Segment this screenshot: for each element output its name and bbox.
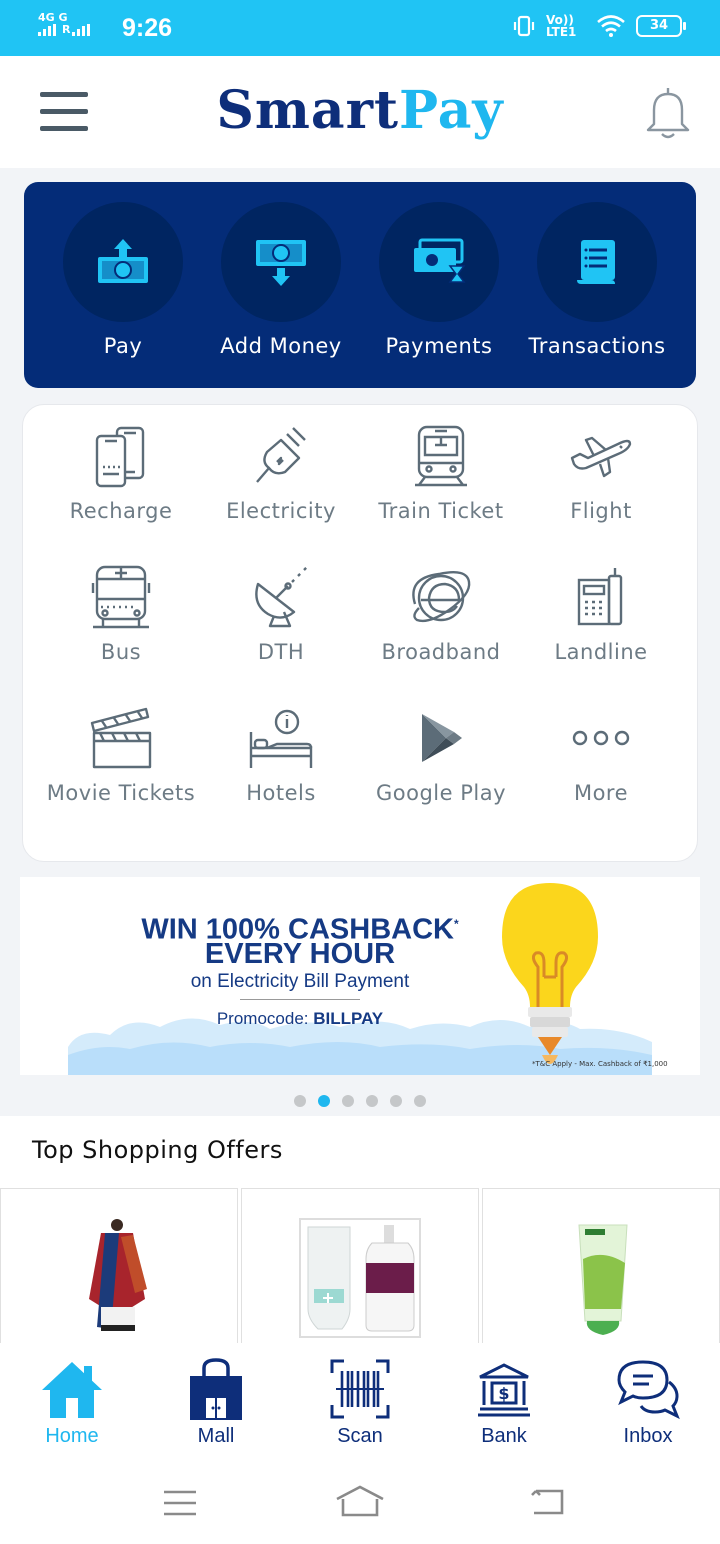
carousel-dot[interactable] xyxy=(390,1095,402,1107)
electric-plug-icon xyxy=(256,427,306,483)
clock: 9:26 xyxy=(122,14,173,42)
carousel-dot[interactable] xyxy=(294,1095,306,1107)
service-hotels[interactable]: Hotels xyxy=(201,703,361,807)
service-google-play[interactable]: Google Play xyxy=(361,703,521,807)
service-bus[interactable]: Bus xyxy=(41,562,201,666)
signal-icon xyxy=(38,24,56,36)
bank-icon: $ xyxy=(478,1363,530,1417)
pay-icon xyxy=(98,239,148,283)
banner-terms: *T&C Apply - Max. Cashback of ₹1,000 xyxy=(532,1060,668,1068)
home-icon xyxy=(42,1362,102,1418)
svg-text:$: $ xyxy=(498,1384,509,1403)
service-dth[interactable]: DTH xyxy=(201,562,361,666)
product-image-facewash xyxy=(578,1224,628,1335)
promo-banner[interactable]: WIN 100% CASHBACK* EVERY HOUR on Electri… xyxy=(20,877,700,1075)
battery-icon: 34 xyxy=(636,15,686,37)
bottom-navigation: Home Mall Scan $ Bank Inbox xyxy=(0,1343,720,1461)
banner-subline: on Electricity Bill Payment xyxy=(190,971,410,992)
offer-card-facewash[interactable] xyxy=(482,1188,720,1346)
app-header: SmartPay xyxy=(0,56,720,168)
service-recharge[interactable]: Recharge xyxy=(41,421,201,525)
carousel-dot[interactable] xyxy=(414,1095,426,1107)
signal-icon-2 xyxy=(72,24,91,36)
home-system-icon[interactable] xyxy=(335,1485,385,1517)
internet-icon xyxy=(412,571,471,623)
payments-button[interactable]: Payments xyxy=(360,202,518,358)
quick-actions-panel: Pay Add Money Payments Transactions xyxy=(24,182,696,388)
carousel-dot[interactable] xyxy=(366,1095,378,1107)
section-title: Top Shopping Offers xyxy=(32,1136,283,1164)
back-icon[interactable] xyxy=(530,1487,566,1517)
shopping-bag-icon xyxy=(190,1358,242,1420)
service-landline[interactable]: Landline xyxy=(521,562,681,666)
more-dots-icon xyxy=(572,730,630,746)
transactions-icon xyxy=(577,240,615,284)
transactions-button[interactable]: Transactions xyxy=(518,202,676,358)
bus-icon xyxy=(91,565,151,629)
add-money-icon xyxy=(256,240,306,286)
nav-mall[interactable]: Mall xyxy=(144,1355,288,1448)
offer-card-skincare[interactable] xyxy=(241,1188,479,1346)
clapperboard-icon xyxy=(90,707,152,769)
notification-bell-icon[interactable] xyxy=(640,84,696,142)
service-movie-tickets[interactable]: Movie Tickets xyxy=(41,703,201,807)
offer-card-dupatta[interactable] xyxy=(0,1188,238,1346)
service-flight[interactable]: Flight xyxy=(521,421,681,525)
network-indicator: 4G G R xyxy=(38,12,94,39)
satellite-dish-icon xyxy=(255,566,308,628)
payments-icon xyxy=(414,238,466,283)
wifi-icon xyxy=(597,15,625,37)
add-money-button[interactable]: Add Money xyxy=(202,202,360,358)
nav-home[interactable]: Home xyxy=(0,1355,144,1448)
service-more[interactable]: More xyxy=(521,703,681,807)
barcode-scan-icon xyxy=(330,1359,390,1419)
nav-inbox[interactable]: Inbox xyxy=(576,1355,720,1448)
service-train-ticket[interactable]: Train Ticket xyxy=(361,421,521,525)
train-icon xyxy=(415,425,467,487)
app-logo: SmartPay xyxy=(216,80,504,141)
service-electricity[interactable]: Electricity xyxy=(201,421,361,525)
recents-menu-icon[interactable] xyxy=(162,1489,198,1517)
banner-headline-2: EVERY HOUR xyxy=(204,938,396,970)
chat-bubbles-icon xyxy=(617,1360,680,1420)
banner-promocode: Promocode: BILLPAY xyxy=(216,1009,384,1028)
service-broadband[interactable]: Broadband xyxy=(361,562,521,666)
vibrate-icon xyxy=(513,15,535,37)
hotel-bed-icon xyxy=(249,709,313,768)
nav-bank[interactable]: $ Bank xyxy=(432,1355,576,1448)
mobile-recharge-icon xyxy=(95,426,145,488)
google-play-icon xyxy=(422,714,462,762)
airplane-icon xyxy=(570,436,632,478)
nav-scan[interactable]: Scan xyxy=(288,1355,432,1448)
product-image-kurta xyxy=(89,1219,147,1331)
pay-button[interactable]: Pay xyxy=(44,202,202,358)
carousel-indicator xyxy=(0,1095,720,1107)
carousel-dot[interactable] xyxy=(342,1095,354,1107)
carousel-dot-active[interactable] xyxy=(318,1095,330,1107)
services-grid: Recharge Electricity Train Ticket Flight… xyxy=(22,404,698,862)
shopping-offers-section: Top Shopping Offers xyxy=(0,1116,720,1346)
landline-phone-icon xyxy=(577,568,623,626)
system-navigation-bar xyxy=(0,1461,720,1544)
status-bar: 4G G R 9:26 Vo)) LTE1 34 xyxy=(0,0,720,56)
product-image-skincare xyxy=(299,1218,421,1338)
volte-indicator: Vo)) LTE1 xyxy=(546,13,577,39)
